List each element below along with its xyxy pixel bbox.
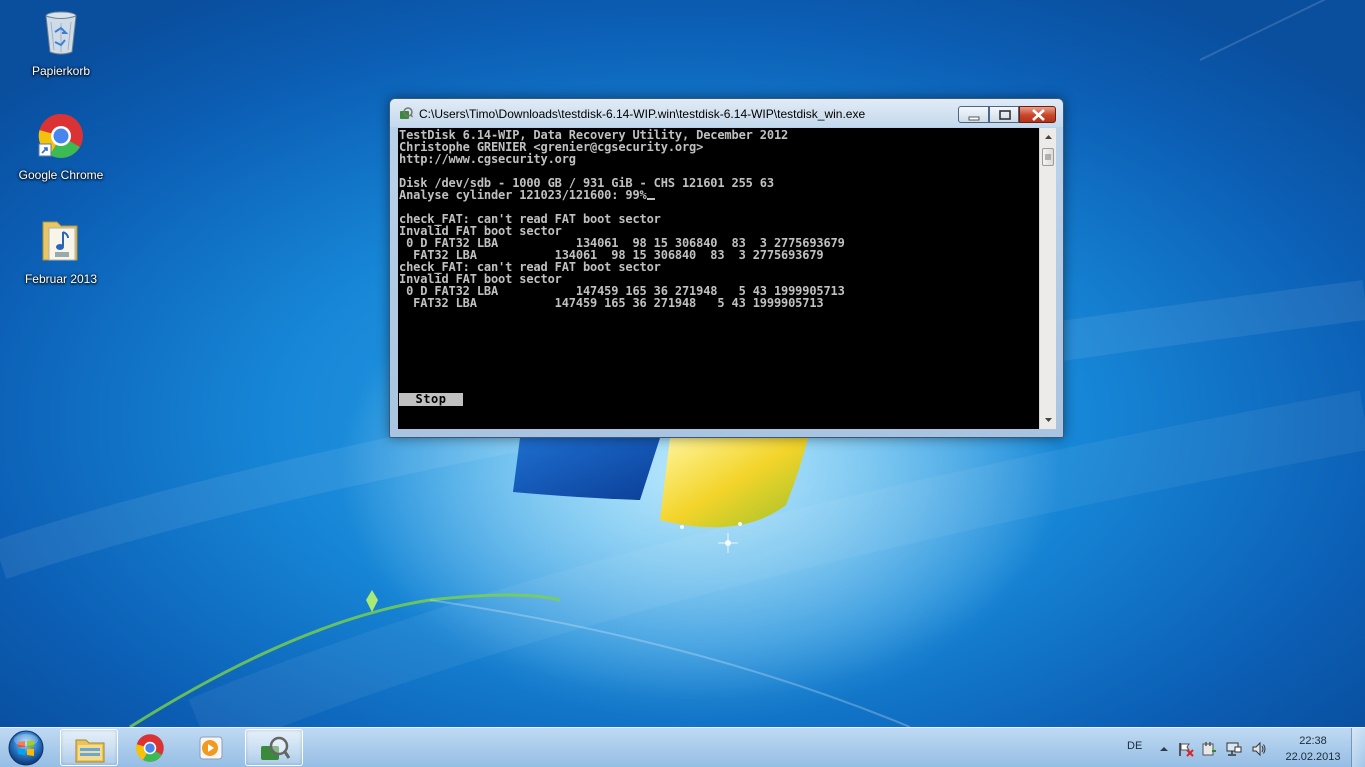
recycle-bin-icon <box>45 11 77 55</box>
maximize-button[interactable] <box>989 106 1019 123</box>
close-button[interactable] <box>1019 106 1056 123</box>
chrome-icon <box>136 734 164 762</box>
taskbar-google-chrome[interactable] <box>122 729 180 766</box>
grip-icon <box>1045 154 1051 160</box>
music-folder-icon <box>42 221 78 261</box>
testdisk-icon <box>261 736 291 760</box>
taskbar-windows-explorer[interactable] <box>60 729 118 766</box>
folder-icon <box>75 739 105 763</box>
network-icon[interactable] <box>1226 741 1242 757</box>
desktop-icon-label: Februar 2013 <box>24 272 98 286</box>
desktop-icon-label: Papierkorb <box>31 64 91 78</box>
vertical-scrollbar[interactable] <box>1039 128 1056 429</box>
show-hidden-icons-icon[interactable] <box>1156 741 1172 757</box>
desktop-icon-februar-2013[interactable]: Februar 2013 <box>11 216 111 286</box>
minimize-icon <box>968 116 980 121</box>
desktop-icon-google-chrome[interactable]: Google Chrome <box>11 112 111 182</box>
clock-time: 22:38 <box>1299 735 1327 747</box>
maximize-icon <box>999 110 1011 120</box>
system-clock[interactable]: 22:38 22.02.2013 <box>1280 733 1346 765</box>
testdisk-console-window[interactable]: C:\Users\Timo\Downloads\testdisk-6.14-WI… <box>389 98 1064 438</box>
input-language-indicator[interactable]: DE <box>1127 740 1142 752</box>
console-partition-lines: check_FAT: can't read FAT boot sector In… <box>399 212 845 310</box>
taskbar-testdisk[interactable] <box>245 729 303 766</box>
chrome-icon <box>38 113 83 158</box>
scrollbar-thumb[interactable] <box>1042 148 1054 166</box>
stop-button[interactable]: Stop <box>399 393 463 406</box>
desktop-icon-recycle-bin[interactable]: Papierkorb <box>11 8 111 78</box>
taskbar: DE 22:38 22.02.2013 <box>0 727 1365 767</box>
media-player-icon <box>199 736 223 760</box>
action-center-flag-icon[interactable] <box>1178 741 1194 757</box>
window-title: C:\Users\Timo\Downloads\testdisk-6.14-WI… <box>419 107 866 121</box>
testdisk-app-icon <box>400 107 413 119</box>
console-header-lines: TestDisk 6.14-WIP, Data Recovery Utility… <box>399 128 789 202</box>
console-output-area[interactable]: TestDisk 6.14-WIP, Data Recovery Utility… <box>398 128 1039 429</box>
safely-remove-hardware-icon[interactable] <box>1201 741 1217 757</box>
close-icon <box>1032 109 1045 121</box>
text-cursor <box>646 198 655 200</box>
taskbar-media-player[interactable] <box>183 729 241 766</box>
volume-icon[interactable] <box>1251 741 1267 757</box>
scroll-down-arrow-icon[interactable] <box>1040 411 1057 428</box>
show-desktop-button[interactable] <box>1351 728 1365 767</box>
console-text: TestDisk 6.14-WIP, Data Recovery Utility… <box>398 128 1039 309</box>
window-titlebar[interactable]: C:\Users\Timo\Downloads\testdisk-6.14-WI… <box>390 99 1063 127</box>
minimize-button[interactable] <box>958 106 989 123</box>
clock-date: 22.02.2013 <box>1285 751 1341 763</box>
windows-start-orb-icon[interactable] <box>6 729 46 767</box>
desktop-icon-label: Google Chrome <box>18 168 104 182</box>
scroll-up-arrow-icon[interactable] <box>1040 129 1057 146</box>
